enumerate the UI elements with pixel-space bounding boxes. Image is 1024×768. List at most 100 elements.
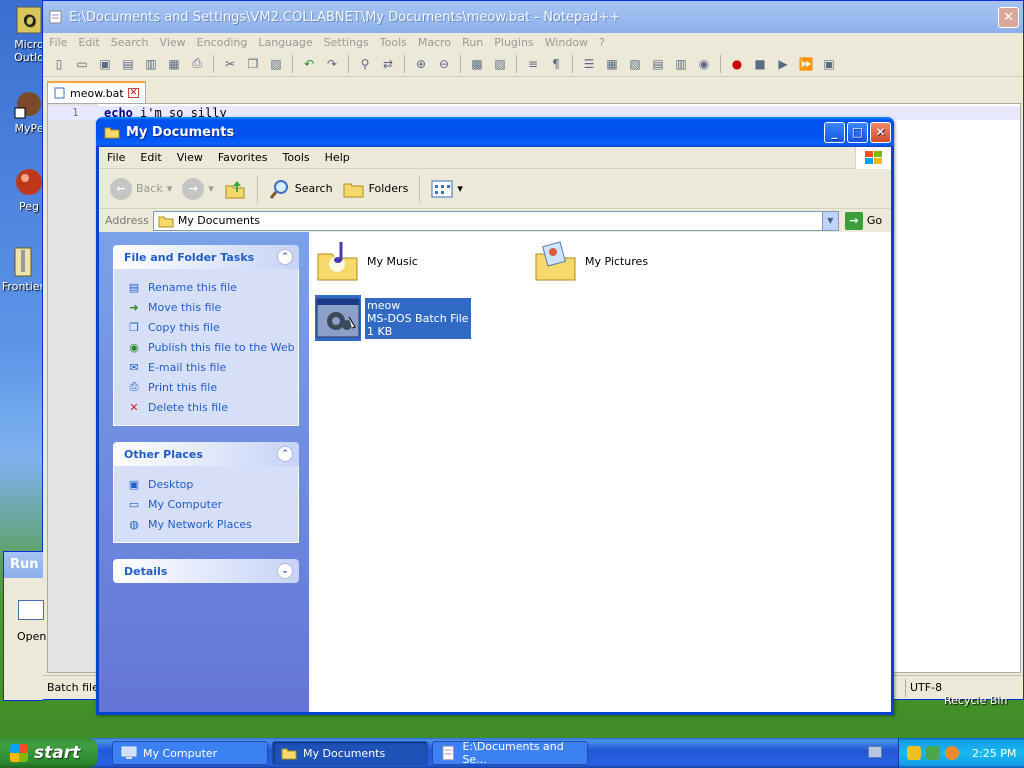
cut-icon[interactable]: ✂ bbox=[220, 55, 240, 73]
go-button[interactable]: → Go bbox=[844, 211, 882, 230]
views-button[interactable]: ▾ bbox=[428, 178, 466, 200]
desktop-icon-frontier[interactable]: Frontier bbox=[0, 246, 46, 293]
notepadpp-titlebar[interactable]: E:\Documents and Settings\VM2.COLLABNET\… bbox=[43, 1, 1023, 33]
copy-icon[interactable]: ❐ bbox=[243, 55, 263, 73]
menu-plugins[interactable]: Plugins bbox=[494, 36, 533, 49]
task-publish[interactable]: ◉ Publish this file to the Web bbox=[126, 337, 298, 357]
menu-view[interactable]: View bbox=[160, 36, 186, 49]
run-dialog[interactable]: Run Open bbox=[3, 551, 46, 701]
menu-macro[interactable]: Macro bbox=[418, 36, 451, 49]
menu-file[interactable]: File bbox=[49, 36, 67, 49]
taskbar-button-my-documents[interactable]: My Documents bbox=[272, 741, 428, 765]
close-file-icon[interactable]: ▥ bbox=[141, 55, 161, 73]
back-button[interactable]: ← Back ▾ bbox=[107, 176, 175, 202]
search-button[interactable]: Search bbox=[266, 176, 336, 202]
monitor-icon[interactable]: ◉ bbox=[694, 55, 714, 73]
place-my-computer[interactable]: ▭ My Computer bbox=[126, 494, 298, 514]
new-file-icon[interactable]: ▯ bbox=[49, 55, 69, 73]
place-desktop[interactable]: ▣ Desktop bbox=[126, 474, 298, 494]
menu-encoding[interactable]: Encoding bbox=[197, 36, 248, 49]
menu-favorites[interactable]: Favorites bbox=[218, 151, 268, 164]
menu-run[interactable]: Run bbox=[462, 36, 483, 49]
file-item-my-music[interactable]: My Music bbox=[315, 238, 418, 284]
menu-view[interactable]: View bbox=[177, 151, 203, 164]
menu-edit[interactable]: Edit bbox=[78, 36, 99, 49]
tab-meow-bat[interactable]: meow.bat ✕ bbox=[47, 81, 147, 103]
panel-header[interactable]: File and Folder Tasks ⌃ bbox=[113, 245, 299, 269]
indent-guide-icon[interactable]: ☰ bbox=[579, 55, 599, 73]
word-wrap-icon[interactable]: ≡ bbox=[523, 55, 543, 73]
task-print[interactable]: ⎙ Print this file bbox=[126, 377, 298, 397]
sync-horizontal-icon[interactable]: ▨ bbox=[490, 55, 510, 73]
menu-search[interactable]: Search bbox=[111, 36, 149, 49]
save-icon[interactable]: ▣ bbox=[95, 55, 115, 73]
menu-help[interactable]: ? bbox=[599, 36, 605, 49]
close-button[interactable]: ✕ bbox=[870, 121, 891, 143]
panel-header[interactable]: Details ⌄ bbox=[113, 559, 299, 583]
explorer-titlebar[interactable]: My Documents _ □ ✕ bbox=[96, 117, 894, 147]
minimize-button[interactable]: _ bbox=[824, 121, 845, 143]
chevron-down-icon[interactable]: ▼ bbox=[821, 211, 838, 230]
file-item-my-pictures[interactable]: My Pictures bbox=[533, 238, 648, 284]
file-view[interactable]: My Music My Pictures meow MS-DOS Batch F… bbox=[309, 232, 891, 712]
paste-icon[interactable]: ▧ bbox=[266, 55, 286, 73]
menu-window[interactable]: Window bbox=[545, 36, 588, 49]
taskbar-button-notepadpp[interactable]: E:\Documents and Se... bbox=[432, 740, 588, 766]
zoom-out-icon[interactable]: ⊖ bbox=[434, 55, 454, 73]
open-file-icon[interactable]: ▭ bbox=[72, 55, 92, 73]
folders-button[interactable]: Folders bbox=[340, 177, 412, 201]
notepadpp-close-button[interactable]: ✕ bbox=[998, 6, 1019, 28]
redo-icon[interactable]: ↷ bbox=[322, 55, 342, 73]
task-copy[interactable]: ❐ Copy this file bbox=[126, 317, 298, 337]
save-all-icon[interactable]: ▤ bbox=[118, 55, 138, 73]
menu-tools[interactable]: Tools bbox=[283, 151, 310, 164]
doc-map-icon[interactable]: ▤ bbox=[648, 55, 668, 73]
play-macro-icon[interactable]: ▶ bbox=[773, 55, 793, 73]
up-folder-button[interactable] bbox=[221, 176, 249, 202]
start-button[interactable]: start bbox=[0, 738, 98, 768]
taskbar-button-my-computer[interactable]: My Computer bbox=[112, 741, 268, 765]
maximize-button[interactable]: □ bbox=[847, 121, 868, 143]
collapse-icon[interactable]: ⌃ bbox=[277, 249, 293, 265]
close-tab-icon[interactable]: ✕ bbox=[127, 88, 140, 98]
task-move[interactable]: ➜ Move this file bbox=[126, 297, 298, 317]
zoom-in-icon[interactable]: ⊕ bbox=[411, 55, 431, 73]
user-defined-icon[interactable]: ▧ bbox=[625, 55, 645, 73]
menu-tools[interactable]: Tools bbox=[380, 36, 407, 49]
explorer-window[interactable]: My Documents _ □ ✕ File Edit View Favori… bbox=[96, 117, 894, 715]
show-all-chars-icon[interactable]: ¶ bbox=[546, 55, 566, 73]
task-rename[interactable]: ▤ Rename this file bbox=[126, 277, 298, 297]
task-delete[interactable]: ✕ Delete this file bbox=[126, 397, 298, 417]
sync-vertical-icon[interactable]: ▩ bbox=[467, 55, 487, 73]
collapse-icon[interactable]: ⌃ bbox=[277, 446, 293, 462]
stop-macro-icon[interactable]: ■ bbox=[750, 55, 770, 73]
undo-icon[interactable]: ↶ bbox=[299, 55, 319, 73]
record-macro-icon[interactable]: ● bbox=[727, 55, 747, 73]
forward-button[interactable]: → ▾ bbox=[179, 176, 217, 202]
panel-header[interactable]: Other Places ⌃ bbox=[113, 442, 299, 466]
network-status-icon[interactable] bbox=[926, 746, 940, 760]
print-icon[interactable]: ⎙ bbox=[187, 55, 207, 73]
keyboard-icon[interactable] bbox=[868, 746, 882, 758]
expand-icon[interactable]: ⌄ bbox=[277, 563, 293, 579]
place-network[interactable]: ◍ My Network Places bbox=[126, 514, 298, 534]
clock[interactable]: 2:25 PM bbox=[972, 747, 1016, 760]
menu-settings[interactable]: Settings bbox=[324, 36, 369, 49]
security-shield-icon[interactable] bbox=[907, 746, 921, 760]
recycle-bin-label[interactable]: Recycle Bin bbox=[944, 694, 1007, 707]
search-tray-icon[interactable] bbox=[945, 746, 959, 760]
save-macro-icon[interactable]: ▣ bbox=[819, 55, 839, 73]
run-macro-multiple-icon[interactable]: ⏩ bbox=[796, 55, 816, 73]
menu-edit[interactable]: Edit bbox=[140, 151, 161, 164]
replace-icon[interactable]: ⇄ bbox=[378, 55, 398, 73]
close-all-icon[interactable]: ▦ bbox=[164, 55, 184, 73]
function-list-icon[interactable]: ▥ bbox=[671, 55, 691, 73]
find-icon[interactable]: ⚲ bbox=[355, 55, 375, 73]
folder-workspace-icon[interactable]: ▦ bbox=[602, 55, 622, 73]
file-item-meow[interactable]: meow MS-DOS Batch File 1 KB bbox=[315, 295, 471, 341]
menu-help[interactable]: Help bbox=[325, 151, 350, 164]
menu-file[interactable]: File bbox=[107, 151, 125, 164]
task-email[interactable]: ✉ E-mail this file bbox=[126, 357, 298, 377]
menu-language[interactable]: Language bbox=[258, 36, 312, 49]
address-input[interactable]: My Documents ▼ bbox=[152, 210, 839, 231]
